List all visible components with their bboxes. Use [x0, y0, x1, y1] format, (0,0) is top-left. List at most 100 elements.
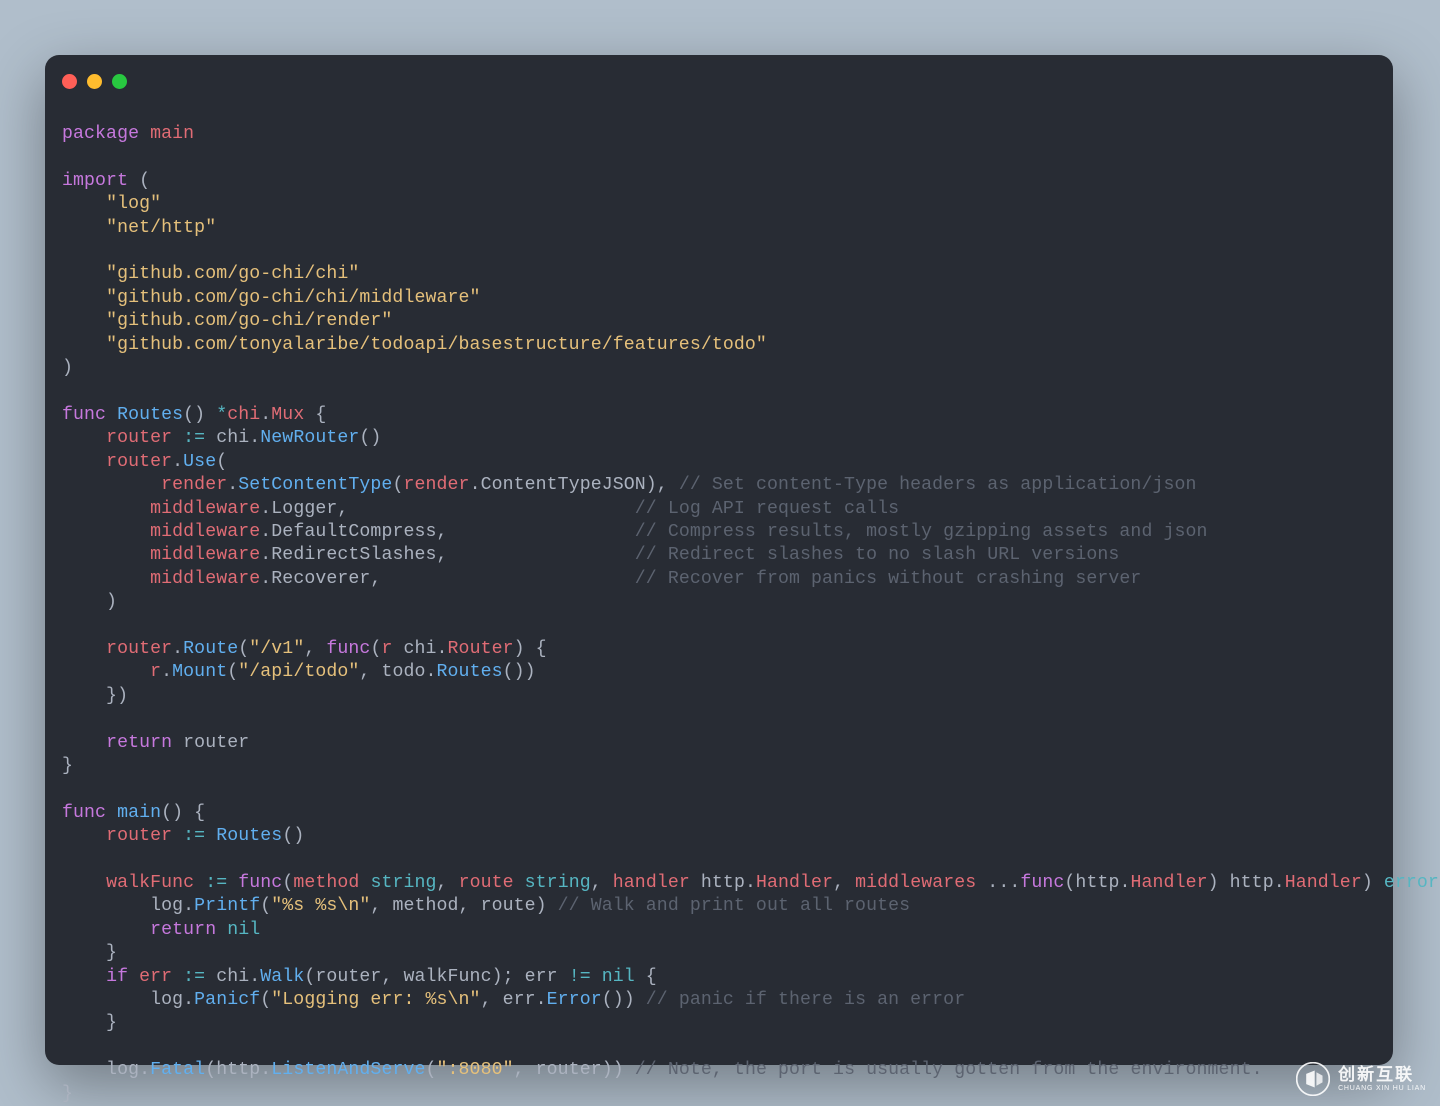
code-text: ( [260, 896, 271, 916]
string: "log" [106, 194, 161, 214]
keyword: return [106, 733, 172, 753]
code-text [172, 826, 183, 846]
code-text: , todo. [359, 662, 436, 682]
zoom-icon[interactable] [112, 74, 127, 89]
identifier: router [106, 428, 172, 448]
code-text: .DefaultCompress, [260, 522, 635, 542]
identifier: walkFunc [106, 873, 194, 893]
identifier: chi [227, 405, 260, 425]
comment: // Set content-Type headers as applicati… [679, 475, 1197, 495]
code-text: () [183, 405, 216, 425]
code-text [62, 733, 106, 753]
comment: // Log API request calls [635, 499, 899, 519]
operator: * [216, 405, 227, 425]
code-text [62, 452, 106, 472]
keyword: func [62, 405, 106, 425]
func-name: Mount [172, 662, 227, 682]
type: Mux [271, 405, 304, 425]
keyword: package [62, 124, 139, 144]
code-text: , router)) [514, 1060, 635, 1080]
func-name: Printf [194, 896, 260, 916]
func-name: Error [547, 990, 602, 1010]
func-name: Fatal [150, 1060, 205, 1080]
code-text: ( [128, 171, 150, 191]
keyword: func [1020, 873, 1064, 893]
code-text [514, 873, 525, 893]
minimize-icon[interactable] [87, 74, 102, 89]
type: Router [448, 639, 514, 659]
code-text: ( [238, 639, 249, 659]
code-text: (http. [1064, 873, 1130, 893]
identifier: method [293, 873, 359, 893]
identifier: middleware [150, 522, 260, 542]
code-text: } [62, 756, 73, 776]
code-text: () [359, 428, 381, 448]
code-text [62, 194, 106, 214]
string: "github.com/go-chi/chi/middleware" [106, 288, 481, 308]
func-name: Use [183, 452, 216, 472]
code-text: , [591, 873, 613, 893]
identifier: middleware [150, 545, 260, 565]
type: error [1384, 873, 1439, 893]
operator: := [205, 873, 227, 893]
func-name: Walk [260, 967, 304, 987]
code-text: }) [62, 686, 128, 706]
code-text [62, 639, 106, 659]
comment: // Recover from panics without crashing … [635, 569, 1142, 589]
code-text: . [172, 452, 183, 472]
code-text: ( [216, 452, 227, 472]
code-text: .Recoverer, [260, 569, 635, 589]
identifier: middlewares [855, 873, 976, 893]
code-text [62, 264, 106, 284]
code-text [62, 335, 106, 355]
identifier: r [150, 662, 161, 682]
code-text [359, 873, 370, 893]
code-text: ( [282, 873, 293, 893]
close-icon[interactable] [62, 74, 77, 89]
code-text: log. [62, 1060, 150, 1080]
code-text: ) [62, 358, 73, 378]
code-text [62, 826, 106, 846]
string: "github.com/go-chi/chi" [106, 264, 359, 284]
code-text [62, 499, 150, 519]
code-text [62, 288, 106, 308]
func-name: Panicf [194, 990, 260, 1010]
func-name: Routes [117, 405, 183, 425]
comment: // Redirect slashes to no slash URL vers… [635, 545, 1120, 565]
code-text [128, 967, 139, 987]
operator: := [183, 967, 205, 987]
nil: nil [227, 920, 260, 940]
type: string [370, 873, 436, 893]
code-text [194, 873, 205, 893]
code-text [62, 873, 106, 893]
code-text: ( [227, 662, 238, 682]
string: "%s %s\n" [271, 896, 370, 916]
window-controls [62, 74, 127, 89]
type: Handler [1131, 873, 1208, 893]
identifier: router [106, 826, 172, 846]
string: "net/http" [106, 218, 216, 238]
code-text [62, 311, 106, 331]
func-name: NewRouter [260, 428, 359, 448]
identifier: err [139, 967, 172, 987]
keyword: func [238, 873, 282, 893]
identifier: r [381, 639, 392, 659]
code-text [62, 545, 150, 565]
func-name: Route [183, 639, 238, 659]
code-text: . [260, 405, 271, 425]
code-text [172, 967, 183, 987]
code-text: . [161, 662, 172, 682]
code-text: ( [426, 1060, 437, 1080]
code-text: , err. [481, 990, 547, 1010]
code-text [62, 662, 150, 682]
watermark-logo-icon [1296, 1062, 1330, 1096]
code-text: http. [690, 873, 756, 893]
code-text: log. [62, 990, 194, 1010]
code-text: } [62, 1013, 117, 1033]
code-text [172, 428, 183, 448]
code-text [591, 967, 602, 987]
code-text: .Logger, [260, 499, 635, 519]
comment: // Note, the port is usually gotten from… [635, 1060, 1263, 1080]
code-text: chi. [205, 967, 260, 987]
code-text: , [833, 873, 855, 893]
